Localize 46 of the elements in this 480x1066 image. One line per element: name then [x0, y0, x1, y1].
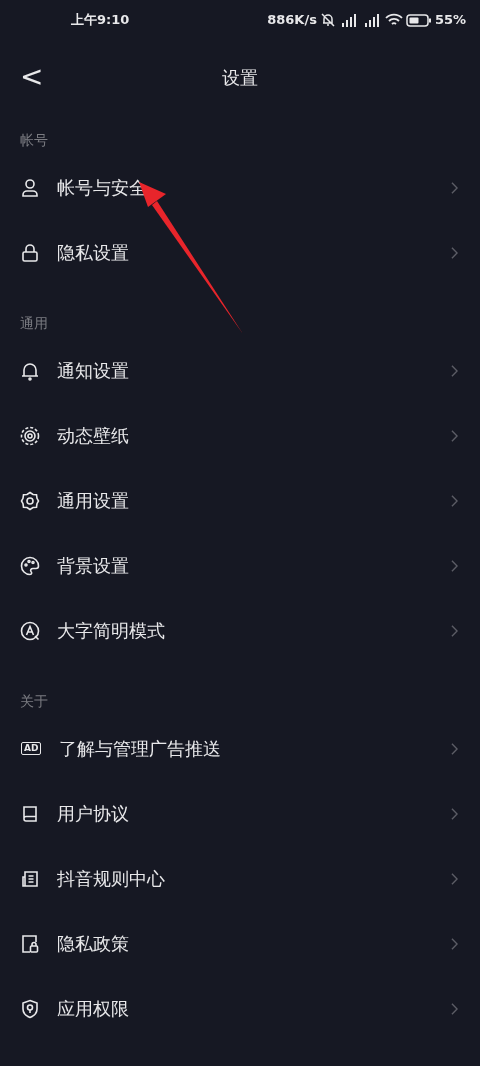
- palette-icon: [20, 555, 40, 576]
- chevron-icon: [451, 246, 458, 259]
- muted-bell-icon: [319, 13, 336, 27]
- chevron-icon: [451, 872, 458, 885]
- chevron-icon: [451, 624, 458, 637]
- battery-percent: 55%: [434, 12, 466, 28]
- back-button[interactable]: <: [14, 61, 50, 93]
- lock-icon: [20, 242, 40, 263]
- settings-item[interactable]: 用户协议: [0, 781, 480, 846]
- chevron-icon: [451, 742, 458, 755]
- ad-icon: AD: [21, 742, 42, 755]
- chevron-icon: [451, 937, 458, 950]
- section-header: 帐号: [19, 131, 49, 150]
- document-list-icon: [20, 868, 40, 889]
- bell-icon: [20, 360, 40, 381]
- status-time: 上午9:10: [71, 12, 130, 28]
- network-speed: 886K/s: [267, 12, 317, 28]
- settings-item[interactable]: 隐私政策: [0, 911, 480, 976]
- settings-item[interactable]: 应用权限: [0, 976, 480, 1041]
- section-header: 关于: [19, 692, 49, 711]
- settings-item[interactable]: 通用设置: [0, 468, 480, 533]
- battery-icon: [405, 13, 432, 27]
- document-lock-icon: [20, 933, 40, 954]
- settings-item[interactable]: 动态壁纸: [0, 403, 480, 468]
- target-icon: [20, 425, 40, 446]
- settings-item[interactable]: 隐私设置: [0, 220, 480, 285]
- settings-item[interactable]: AD 了解与管理广告推送: [0, 716, 480, 781]
- person-icon: [20, 177, 40, 198]
- chevron-icon: [451, 559, 458, 572]
- settings-item[interactable]: 通知设置: [0, 338, 480, 403]
- settings-item[interactable]: 抖音规则中心: [0, 846, 480, 911]
- chevron-icon: [451, 181, 458, 194]
- chevron-icon: [451, 807, 458, 820]
- page-title: 设置: [222, 65, 258, 90]
- settings-item[interactable]: 背景设置: [0, 533, 480, 598]
- section-header: 通用: [19, 314, 49, 333]
- chevron-icon: [451, 364, 458, 377]
- settings-item[interactable]: 大字简明模式: [0, 598, 480, 663]
- chevron-icon: [451, 494, 458, 507]
- book-icon: [20, 803, 40, 824]
- wifi-icon: [384, 13, 403, 27]
- chevron-icon: [451, 1002, 458, 1015]
- font-mode-icon: [20, 620, 40, 641]
- chevron-icon: [451, 429, 458, 442]
- shield-icon: [20, 998, 40, 1019]
- gear-icon: [20, 490, 40, 511]
